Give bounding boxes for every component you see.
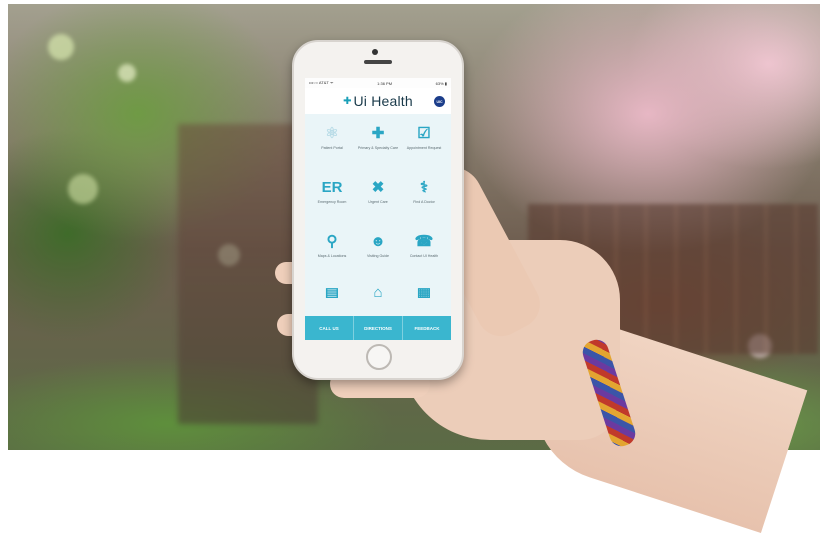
menu-tile[interactable]: ⚲ Maps & Locations [309, 230, 355, 278]
carrier-signal: •••○○ AT&T ᯤ [309, 80, 334, 85]
calendar-icon: ▦ [416, 285, 432, 298]
menu-tile-label: Find A Doctor [413, 200, 435, 204]
home-button[interactable] [366, 344, 392, 370]
ui-health-logo-icon: ✚ [343, 95, 352, 107]
menu-tile-label: Maps & Locations [317, 254, 347, 258]
menu-tile[interactable]: ⚕ Find A Doctor [401, 176, 447, 224]
bandage-icon: ✖ [371, 179, 385, 196]
phone-screen: •••○○ AT&T ᯤ 1:36 PM 63% ▮ ✚ Ui Health U… [305, 78, 451, 340]
menu-tile[interactable]: ▦ [401, 284, 447, 298]
bokeh-light [48, 34, 74, 60]
map-pin-icon: ⚲ [326, 233, 338, 250]
menu-tile[interactable]: ER Emergency Room [309, 176, 355, 224]
app-header: ✚ Ui Health UIC [305, 88, 451, 114]
bottom-action-bar: CALL US DIRECTIONS FEEDBACK [305, 316, 451, 340]
earpiece-speaker [364, 60, 392, 64]
feedback-button[interactable]: FEEDBACK [403, 316, 451, 340]
medical-bag-icon: ✚ [371, 125, 385, 142]
calendar-check-icon: ☑ [417, 125, 431, 142]
menu-tile-label: Appointment Request [406, 146, 442, 150]
menu-tile[interactable]: ✚ Primary & Specialty Care [355, 122, 401, 170]
front-camera [372, 49, 378, 55]
directions-button[interactable]: DIRECTIONS [354, 316, 403, 340]
menu-tile-label: Emergency Room [317, 200, 347, 204]
bokeh-light [118, 64, 136, 82]
call-us-button[interactable]: CALL US [305, 316, 354, 340]
menu-tile[interactable]: ⌂ [355, 284, 401, 298]
menu-tile-label: Patient Portal [321, 146, 343, 150]
menu-tile[interactable]: ☎ Contact UI Health [401, 230, 447, 278]
app-title: Ui Health [353, 93, 413, 109]
stethoscope-icon: ⚕ [419, 179, 429, 196]
building-icon: ⌂ [373, 284, 383, 298]
status-time: 1:36 PM [377, 80, 393, 86]
menu-tile[interactable]: ☑ Appointment Request [401, 122, 447, 170]
menu-tile[interactable]: ✖ Urgent Care [355, 176, 401, 224]
menu-tile[interactable]: ▤ [309, 284, 355, 298]
id-card-icon: ▤ [324, 285, 340, 298]
battery-status: 63% ▮ [435, 80, 447, 86]
menu-tile[interactable]: ☻ Visiting Guide [355, 230, 401, 278]
menu-tile-label: Visiting Guide [366, 254, 390, 258]
status-bar: •••○○ AT&T ᯤ 1:36 PM 63% ▮ [305, 78, 451, 88]
menu-grid: ⚛ Patient Portal ✚ Primary & Specialty Care… [305, 114, 451, 298]
uic-badge[interactable]: UIC [434, 96, 445, 107]
menu-tile-label: Contact UI Health [409, 254, 439, 258]
bokeh-light [68, 174, 98, 204]
menu-tile[interactable]: ⚛ Patient Portal [309, 122, 355, 170]
atom-icon: ⚛ [325, 125, 339, 142]
menu-tile-label: Primary & Specialty Care [357, 146, 399, 150]
menu-tile-label: Urgent Care [368, 200, 388, 204]
er-icon: ER [321, 178, 343, 196]
phone-icon: ☎ [414, 233, 434, 250]
smartphone: •••○○ AT&T ᯤ 1:36 PM 63% ▮ ✚ Ui Health U… [292, 40, 464, 380]
person-icon: ☻ [370, 232, 386, 250]
